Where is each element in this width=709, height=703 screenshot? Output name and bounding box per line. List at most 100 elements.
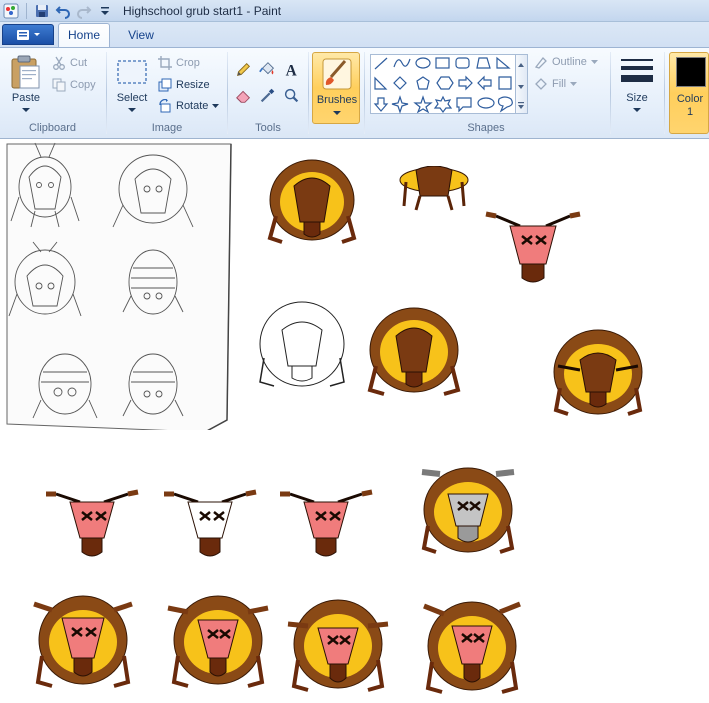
customize-quick-access-dropdown-icon[interactable] (97, 3, 113, 19)
color1-number: 1 (686, 106, 694, 118)
paint-menu-button[interactable] (2, 24, 54, 45)
grub-sprite (485, 211, 581, 283)
grub-sprite (423, 601, 521, 694)
curve-shape-icon (393, 58, 411, 68)
grub-sprite (367, 307, 461, 396)
size-label: Size (626, 92, 648, 104)
shapes-gallery-scroll[interactable] (516, 54, 528, 114)
line-shape-icon (374, 57, 388, 70)
rotate-button[interactable]: Rotate (158, 96, 220, 116)
grub-sprite (280, 489, 373, 557)
crop-label: Crop (176, 57, 200, 69)
select-button[interactable]: Select (112, 52, 152, 118)
pencil-icon[interactable] (233, 59, 254, 80)
triangle-shape-icon (496, 56, 511, 69)
diamond-shape-icon (393, 76, 407, 90)
select-rectangle-icon (117, 60, 147, 84)
copy-label: Copy (70, 79, 96, 91)
clipboard-group: Paste Cut Copy Clipboard (0, 48, 105, 138)
redo-icon[interactable] (76, 3, 92, 19)
paste-label: Paste (11, 92, 41, 104)
five-point-star-shape-icon (413, 95, 433, 114)
ribbon-separator (308, 52, 309, 134)
polygon-shape-icon (476, 57, 491, 69)
image-group: Select Crop Resize Rotate Image (108, 48, 226, 138)
brushes-button[interactable]: Brushes (312, 52, 360, 124)
color-picker-icon[interactable] (257, 85, 278, 106)
clipboard-group-label: Clipboard (28, 122, 77, 134)
ribbon: Paste Cut Copy Clipboard Select Crop Res… (0, 47, 709, 139)
outline-dropdown-arrow-icon (590, 60, 598, 64)
resize-button[interactable]: Resize (158, 75, 210, 95)
rotate-icon (159, 99, 171, 113)
resize-icon (158, 78, 172, 92)
rounded-rectangle-shape-icon (455, 57, 470, 69)
size-button[interactable]: Size (614, 52, 660, 118)
cloud-callout-shape-icon (497, 96, 513, 113)
grub-sprite (267, 159, 357, 244)
down-arrow-shape-icon (373, 97, 389, 112)
brushes-dropdown-arrow-icon (333, 111, 341, 115)
text-icon[interactable]: A (281, 59, 302, 80)
fill-dropdown-arrow-icon (570, 82, 578, 86)
cut-button[interactable]: Cut (52, 53, 87, 73)
hexagon-shape-icon (436, 76, 454, 90)
fill-icon[interactable] (257, 59, 278, 80)
tab-home[interactable]: Home (58, 23, 110, 47)
paste-button[interactable]: Paste (6, 52, 46, 118)
four-point-star-shape-icon (391, 95, 409, 114)
color1-swatch (676, 57, 706, 87)
eraser-icon[interactable] (233, 85, 254, 106)
oval-callout-shape-icon (477, 97, 495, 109)
shapes-scroll-arrows (518, 63, 524, 109)
select-dropdown-arrow-icon (128, 108, 136, 112)
shapes-gallery[interactable] (370, 54, 516, 114)
right-triangle-shape-icon (374, 76, 388, 90)
grub-sprite (553, 329, 643, 416)
ribbon-tab-row: Home View (0, 22, 709, 47)
scissors-icon (53, 56, 65, 70)
pentagon-shape-icon (416, 76, 430, 90)
ribbon-separator (610, 52, 611, 134)
save-icon[interactable] (34, 3, 50, 19)
title-bar: Highschool grub start1 - Paint (0, 0, 709, 22)
grub-sprite (46, 489, 139, 557)
gallery-expand-icon (518, 105, 524, 109)
grub-sprite (287, 599, 389, 692)
select-label: Select (116, 92, 148, 104)
six-point-star-shape-icon (433, 95, 453, 113)
crop-button[interactable]: Crop (158, 53, 200, 73)
copy-icon (52, 78, 66, 92)
tab-view[interactable]: View (116, 26, 166, 46)
outline-button[interactable]: Outline (534, 52, 598, 72)
magnifier-icon[interactable] (281, 85, 302, 106)
color1-label: Color (676, 93, 704, 105)
grub-sprite (421, 467, 515, 554)
paste-icon (11, 55, 40, 89)
brushes-label: Brushes (316, 94, 358, 106)
ribbon-separator (364, 52, 365, 134)
shapes-group-label: Shapes (467, 122, 505, 134)
tools-group-label: Tools (255, 122, 281, 134)
paint-app-icon[interactable] (3, 3, 19, 19)
size-icon (621, 59, 653, 82)
quick-access-separator (26, 3, 27, 19)
undo-icon[interactable] (55, 3, 71, 19)
grub-sprite (399, 166, 469, 211)
scroll-up-icon (518, 63, 524, 67)
rectangle-shape-icon (435, 57, 450, 69)
crop-icon (158, 56, 172, 70)
fill-button[interactable]: Fill (534, 74, 578, 94)
right-arrow-shape-icon (458, 75, 473, 91)
drawing-canvas[interactable] (0, 140, 709, 703)
rotate-label: Rotate (176, 100, 209, 112)
outline-icon (534, 57, 547, 69)
ribbon-separator (227, 52, 228, 134)
resize-label: Resize (176, 79, 210, 91)
color1-button[interactable]: Color 1 (669, 52, 709, 134)
size-dropdown-arrow-icon (633, 108, 641, 112)
scroll-down-icon (518, 85, 524, 89)
image-group-label: Image (151, 122, 183, 134)
copy-button[interactable]: Copy (52, 75, 96, 95)
brush-icon (322, 58, 352, 90)
